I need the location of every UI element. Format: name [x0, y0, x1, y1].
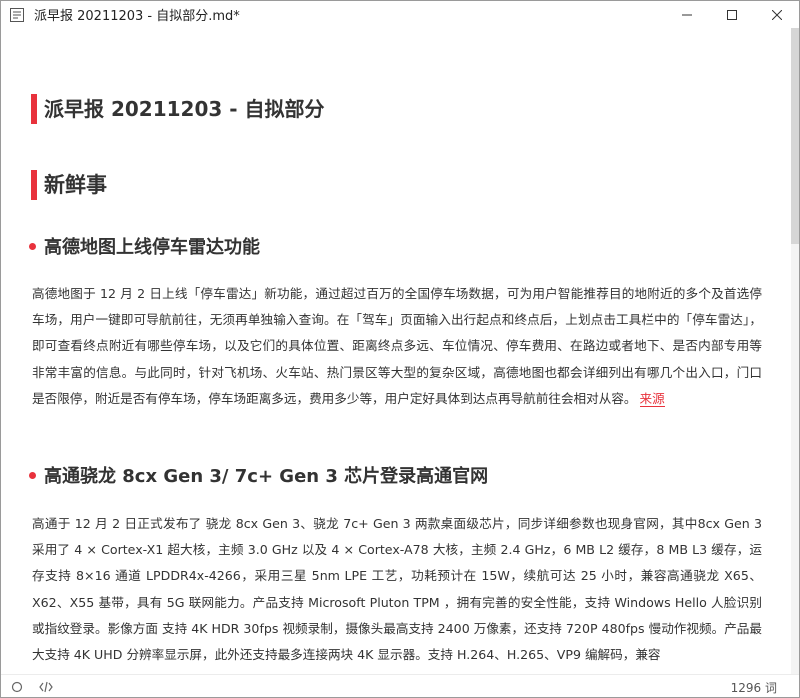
article-heading-text: 高通骁龙 8cx Gen 3/ 7c+ Gen 3 芯片登录高通官网 [44, 466, 489, 487]
article-heading-text: 高德地图上线停车雷达功能 [44, 237, 260, 258]
window-controls [664, 1, 799, 28]
source-link[interactable]: 来源 [639, 390, 665, 407]
close-button[interactable] [754, 1, 799, 28]
scrollbar-thumb[interactable] [791, 28, 799, 244]
app-icon [9, 7, 25, 23]
article-heading: 高德地图上线停车雷达功能 [29, 231, 260, 261]
article-paragraph[interactable]: 高德地图于 12 月 2 日上线「停车雷达」新功能，通过超过百万的全国停车场数据… [32, 281, 762, 412]
circle-icon[interactable] [9, 679, 25, 695]
maximize-icon [726, 9, 737, 20]
section-heading-news: 新鲜事 [31, 170, 107, 200]
status-bar: 1296 词 [1, 674, 799, 697]
word-count[interactable]: 1296 词 [731, 679, 777, 696]
code-icon[interactable] [38, 679, 54, 695]
maximize-button[interactable] [709, 1, 754, 28]
article-heading: 高通骁龙 8cx Gen 3/ 7c+ Gen 3 芯片登录高通官网 [29, 460, 488, 490]
minimize-button[interactable] [664, 1, 709, 28]
doc-title-heading: 派早报 20211203 - 自拟部分 [31, 94, 325, 124]
title-bar[interactable]: 派早报 20211203 - 自拟部分.md* [1, 1, 799, 28]
minimize-icon [681, 14, 692, 15]
window-title: 派早报 20211203 - 自拟部分.md* [34, 9, 240, 24]
document-content[interactable]: 派早报 20211203 - 自拟部分 新鲜事 高德地图上线停车雷达功能 高德地… [1, 28, 791, 674]
close-icon [771, 9, 782, 20]
bullet-dot-icon [29, 242, 36, 250]
article-body: 高德地图于 12 月 2 日上线「停车雷达」新功能，通过超过百万的全国停车场数据… [32, 286, 762, 406]
article-paragraph[interactable]: 高通于 12 月 2 日正式发布了 骁龙 8cx Gen 3、骁龙 7c+ Ge… [32, 511, 762, 668]
bullet-dot-icon [29, 471, 36, 479]
article-body: 高通于 12 月 2 日正式发布了 骁龙 8cx Gen 3、骁龙 7c+ Ge… [32, 516, 762, 663]
editor-window: 派早报 20211203 - 自拟部分.md* 派早报 20211203 - 自… [0, 0, 800, 698]
